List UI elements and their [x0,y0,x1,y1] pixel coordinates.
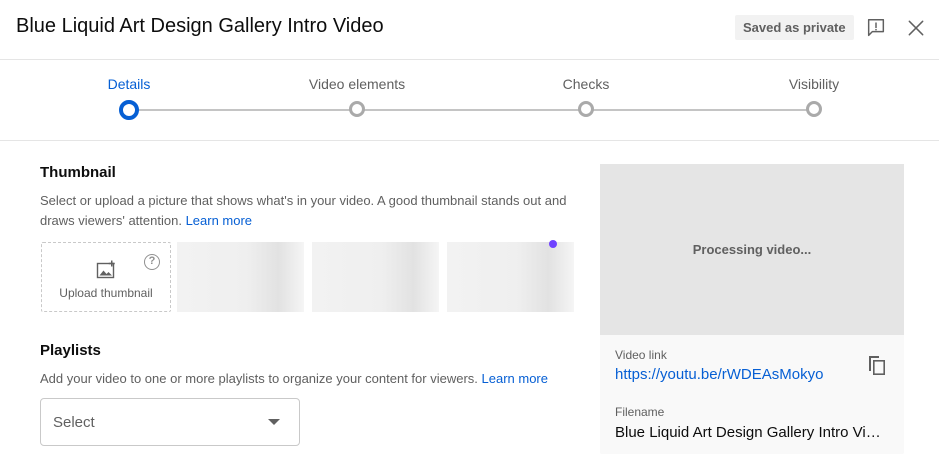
thumbnail-learn-more-link[interactable]: Learn more [186,213,252,228]
playlists-learn-more-link[interactable]: Learn more [482,371,548,386]
step-label: Visibility [788,76,840,92]
step-indicator [806,101,822,117]
thumbnail-description: Select or upload a picture that shows wh… [40,191,580,231]
report-feedback-icon [867,19,885,37]
video-player-placeholder: Processing video... [600,164,904,335]
copy-icon [869,356,885,375]
step-label: Details [107,76,151,92]
filename-value: Blue Liquid Art Design Gallery Intro Vid… [615,424,885,441]
playlists-heading: Playlists [40,342,101,359]
video-link-label: Video link [615,348,667,362]
thumbnail-heading: Thumbnail [40,164,116,181]
playlists-description-text: Add your video to one or more playlists … [40,371,478,386]
close-icon [908,20,924,36]
step-label: Checks [562,76,610,92]
step-visibility[interactable]: Visibility [744,60,884,141]
dialog-title: Blue Liquid Art Design Gallery Intro Vid… [16,15,384,37]
thumbnail-option[interactable] [447,240,574,312]
stepper-track [129,109,814,111]
filename-label: Filename [615,405,665,419]
upload-thumbnail-button[interactable]: ? Upload thumbnail [41,242,171,312]
step-details[interactable]: Details [59,60,199,141]
report-feedback-button[interactable] [864,16,888,40]
video-preview-panel: Processing video... Video link https://y… [600,164,904,454]
upload-thumbnail-label: Upload thumbnail [59,286,153,300]
upload-stepper: Details Video elements Checks Visibility [0,60,939,141]
step-indicator [119,100,139,120]
playlist-select-value: Select [53,414,95,431]
step-indicator [349,101,365,117]
close-button[interactable] [904,16,928,40]
thumbnail-option[interactable] [177,242,304,312]
processing-status: Processing video... [692,242,812,257]
thumbnail-description-text: Select or upload a picture that shows wh… [40,193,567,228]
playlists-description: Add your video to one or more playlists … [40,369,580,389]
help-icon[interactable]: ? [144,254,160,270]
dropdown-caret-icon [268,419,280,425]
step-checks[interactable]: Checks [516,60,656,141]
step-indicator [578,101,594,117]
copy-link-button[interactable] [864,353,888,377]
step-video-elements[interactable]: Video elements [287,60,427,141]
dialog-header: Blue Liquid Art Design Gallery Intro Vid… [0,0,939,60]
step-label: Video elements [308,76,406,92]
video-link[interactable]: https://youtu.be/rWDEAsMokyo [615,366,823,383]
thumbnail-option[interactable] [312,242,439,312]
add-image-icon [96,260,115,279]
playlist-select-dropdown[interactable]: Select [40,398,300,446]
processing-indicator-dot [549,240,557,248]
saved-status-badge: Saved as private [735,15,854,40]
